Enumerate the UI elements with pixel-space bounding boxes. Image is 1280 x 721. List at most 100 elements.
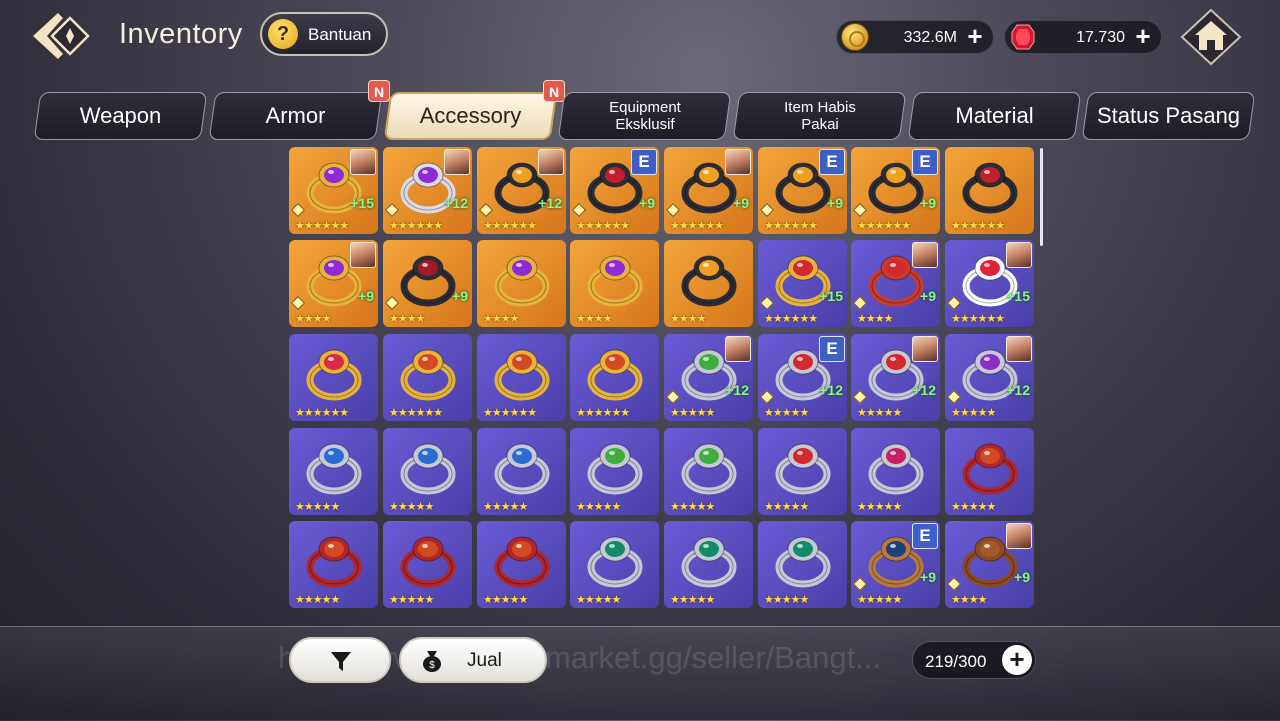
inventory-slot[interactable]: ★★★★★ [758,521,847,608]
inventory-slot[interactable]: ★★★★★★ +15 [945,240,1034,327]
add-gems-button[interactable]: + [1131,23,1155,49]
inventory-slot[interactable]: ★★★★★★ +15 [758,240,847,327]
inventory-slot[interactable]: ★★★★★ [664,428,753,515]
inventory-slot[interactable]: ★★★★★★ +9 [664,147,753,234]
inventory-slot[interactable]: ★★★★★ [851,428,940,515]
amber-gem-ring-icon [681,255,737,307]
star-rating: ★★★★★ [857,407,902,419]
gold-currency: 332.6M + [836,20,994,54]
inventory-slot[interactable]: ★★★★★★ +9 E [851,147,940,234]
star-rating: ★★★★★★ [295,407,349,419]
home-icon [1180,8,1242,66]
inventory-slot[interactable]: ★★★★★ +12 E [758,334,847,421]
sell-button[interactable]: $ Jual [399,637,547,683]
inventory-slot[interactable]: ★★★★★★ +9 E [570,147,659,234]
enhance-level: +15 [1006,288,1030,304]
red-leaf-ring-icon [494,536,550,588]
inventory-slot[interactable]: ★★★★★ [383,428,472,515]
inventory-slot[interactable]: ★★★★★★ [945,147,1034,234]
tab-label: Status Pasang [1096,103,1241,128]
enhance-level: +12 [444,195,468,211]
inventory-slot[interactable]: ★★★★ +9 [851,240,940,327]
star-rating: ★★★★★★ [295,220,349,232]
star-rating: ★★★★★★ [483,220,537,232]
tab-item-habis-pakai[interactable]: Item Habis Pakai [732,92,907,140]
star-rating: ★★★★★ [295,594,340,606]
star-rating: ★★★★★★ [389,220,443,232]
hero-portrait-icon [1006,336,1032,362]
star-rating: ★★★★★★ [576,407,630,419]
add-gold-button[interactable]: + [963,23,987,49]
inventory-grid: ★★★★★★ +15 ★★★★★★ +12 ★★★★★★ +12 ★★★★★★ +9 E ★★★★… [286,144,1038,619]
inventory-slot[interactable]: ★★★★★ [570,521,659,608]
inventory-slot[interactable]: ★★★★★ +12 [664,334,753,421]
enhance-level: +9 [452,288,468,304]
gem-value: 17.730 [1076,29,1125,46]
inventory-slot[interactable]: ★★★★★ [570,428,659,515]
help-button[interactable]: ? Bantuan [260,12,388,56]
silver-red-ring-icon [775,443,831,495]
new-badge-accessory: N [543,80,565,102]
tab-label: Accessory [419,103,522,128]
inventory-slot[interactable]: ★★★★★ +12 [851,334,940,421]
grid-scrollbar[interactable] [1040,148,1043,246]
tab-status-pasang[interactable]: Status Pasang [1081,92,1256,140]
inventory-slot[interactable]: ★★★★★ +9 E [851,521,940,608]
gem-currency: 17.730 + [1004,20,1162,54]
star-rating: ★★★★★ [389,501,434,513]
blue-gem-ring-icon [400,443,456,495]
inventory-slot[interactable]: ★★★★★★ [477,334,566,421]
money-bag-icon: $ [423,651,441,672]
inventory-slot[interactable]: ★★★★★ [477,521,566,608]
hero-portrait-icon [444,149,470,175]
enhance-level: +12 [538,195,562,211]
inventory-slot[interactable]: ★★★★ +9 [945,521,1034,608]
red-leaf-ring-icon [962,443,1018,495]
inventory-slot[interactable]: ★★★★★★ +12 [477,147,566,234]
hero-portrait-icon [725,149,751,175]
tab-label: Equipment Eksklusif [608,99,681,133]
back-button[interactable] [30,8,96,64]
inventory-slot[interactable]: ★★★★★ [477,428,566,515]
equipped-badge: E [819,336,845,362]
filter-button[interactable] [289,637,391,683]
inventory-slot[interactable]: ★★★★ +9 [289,240,378,327]
enhance-level: +9 [733,195,749,211]
tab-weapon[interactable]: Weapon [33,92,208,140]
inventory-slot[interactable]: ★★★★★ [664,521,753,608]
inventory-slot[interactable]: ★★★★★ [383,521,472,608]
home-button[interactable] [1180,8,1242,66]
inventory-slot[interactable]: ★★★★★★ +12 [383,147,472,234]
equipped-badge: E [819,149,845,175]
purple-gem-ring-icon [587,255,643,307]
inventory-slot[interactable]: ★★★★ +9 [383,240,472,327]
tab-accessory[interactable]: Accessory [383,92,558,140]
inventory-slot[interactable]: ★★★★★ [758,428,847,515]
inventory-slot[interactable]: ★★★★★ +12 [945,334,1034,421]
star-rating: ★★★★★ [857,594,902,606]
tab-armor[interactable]: Armor [208,92,383,140]
question-icon: ? [268,19,298,49]
tab-material[interactable]: Material [907,92,1082,140]
svg-text:$: $ [429,660,435,671]
emerald-ring-icon [681,536,737,588]
inventory-slot[interactable]: ★★★★★★ +9 E [758,147,847,234]
inventory-slot[interactable]: ★★★★ [570,240,659,327]
hero-portrait-icon [1006,523,1032,549]
expand-capacity-button[interactable]: + [1002,645,1032,675]
capacity-value: 219/300 [925,652,987,671]
star-rating: ★★★★★ [951,407,996,419]
inventory-slot[interactable]: ★★★★★ [289,428,378,515]
tab-equipment-eksklusif[interactable]: Equipment Eksklusif [557,92,732,140]
tab-label: Weapon [79,103,162,128]
inventory-slot[interactable]: ★★★★★ [289,521,378,608]
star-rating: ★★★★★ [576,501,621,513]
inventory-slot[interactable]: ★★★★ [664,240,753,327]
inventory-slot[interactable]: ★★★★★ [945,428,1034,515]
star-rating: ★★★★★★ [951,220,1005,232]
inventory-slot[interactable]: ★★★★★★ [289,334,378,421]
inventory-slot[interactable]: ★★★★ [477,240,566,327]
inventory-slot[interactable]: ★★★★★★ [570,334,659,421]
inventory-slot[interactable]: ★★★★★★ +15 [289,147,378,234]
inventory-slot[interactable]: ★★★★★★ [383,334,472,421]
